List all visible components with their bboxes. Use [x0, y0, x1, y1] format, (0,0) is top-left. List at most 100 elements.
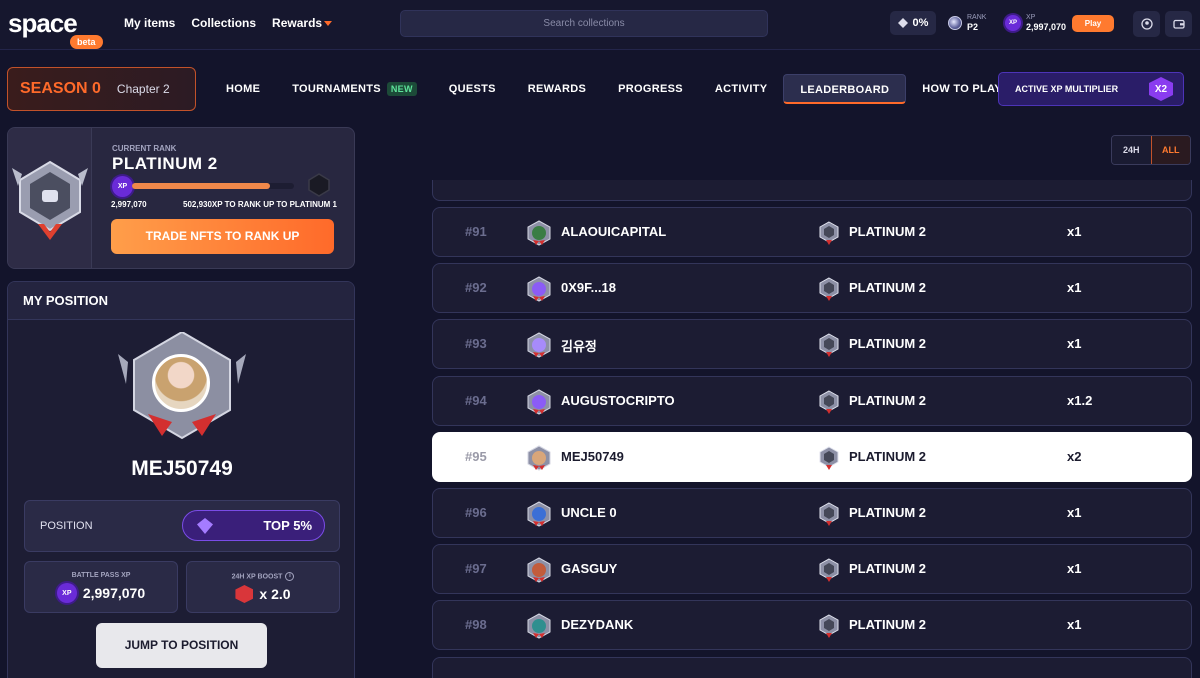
rank-mini[interactable]: RANK P2	[948, 13, 986, 33]
gem-icon	[197, 518, 213, 534]
leaderboard-row[interactable]: #98 DEZYDANK PLATINUM 2 x1	[432, 600, 1192, 651]
top-bar: space beta My items Collections Rewards …	[0, 0, 1200, 50]
my-position-title: MY POSITION	[8, 282, 354, 320]
tab-leaderboard[interactable]: LEADERBOARD	[783, 74, 907, 104]
row-multiplier: x1	[1067, 561, 1082, 577]
current-xp: 2,997,070	[111, 200, 147, 209]
row-multiplier: x2	[1067, 448, 1082, 464]
percent-pill[interactable]: 0%	[890, 11, 936, 35]
logo[interactable]: space beta	[8, 8, 108, 49]
player-avatar-icon	[527, 613, 551, 639]
player-avatar-icon	[527, 445, 551, 471]
leaderboard-row-partial	[432, 180, 1192, 201]
row-player-name: UNCLE 0	[561, 505, 617, 520]
xp-needed: 502,930XP TO RANK UP TO PLATINUM 1	[183, 200, 337, 209]
jump-to-position-button[interactable]: JUMP TO POSITION	[96, 623, 267, 668]
platinum-tier-icon	[819, 221, 839, 245]
position-pill: TOP 5%	[182, 510, 325, 541]
rank-label: RANK	[967, 14, 987, 21]
player-avatar-icon	[527, 389, 551, 415]
leaderboard-row[interactable]: #96 UNCLE 0 PLATINUM 2 x1	[432, 488, 1192, 538]
tab-progress[interactable]: PROGRESS	[602, 74, 699, 104]
row-tier: PLATINUM 2	[849, 561, 927, 577]
xp-mini[interactable]: XP XP 2,997,070	[1005, 13, 1066, 33]
play-button[interactable]: Play	[1072, 15, 1114, 32]
row-player-name: 김유정	[561, 339, 597, 355]
row-player-name: GASGUY	[561, 561, 618, 577]
player-avatar-icon	[527, 220, 551, 246]
platinum-tier-icon	[819, 614, 839, 639]
leaderboard-row[interactable]: #93 김유정 PLATINUM 2 x1	[432, 319, 1192, 370]
leaderboard-row[interactable]: #94 AUGUSTOCRIPTO PLATINUM 2 x1.2	[432, 375, 1192, 426]
tab-tournaments[interactable]: TOURNAMENTS NEW	[276, 74, 433, 104]
new-badge: NEW	[386, 82, 417, 96]
boost-value: x 2.0	[259, 586, 291, 602]
profile-button[interactable]	[1133, 11, 1160, 37]
row-multiplier: x1.2	[1067, 392, 1093, 408]
current-rank-label: CURRENT RANK	[112, 144, 177, 153]
row-player-name: DEZYDANK	[561, 617, 634, 633]
row-rank: #97	[465, 561, 487, 577]
nav-my-items[interactable]: My items	[124, 16, 175, 30]
avatar-badge	[118, 330, 246, 442]
rank-value: P2	[967, 22, 979, 32]
position-value: TOP 5%	[263, 518, 312, 533]
trade-nfts-button[interactable]: TRADE NFTS TO RANK UP	[111, 219, 334, 254]
diamond-icon	[897, 18, 908, 28]
player-avatar-icon	[527, 276, 551, 302]
tab-quests[interactable]: QUESTS	[433, 74, 512, 104]
boost-label-row: 24H XP BOOST i	[187, 572, 339, 581]
row-tier: PLATINUM 2	[849, 280, 927, 296]
chevron-down-icon	[324, 21, 333, 27]
leaderboard-row[interactable]: #95 MEJ50749 PLATINUM 2 x2	[432, 431, 1192, 482]
multiplier-label: ACTIVE XP MULTIPLIER	[1015, 84, 1119, 94]
search-input[interactable]: Search collections	[400, 10, 768, 37]
battle-pass-xp-box: BATTLE PASS XP XP 2,997,070	[24, 561, 178, 613]
leaderboard-row[interactable]: #92 0X9F...18 PLATINUM 2 x1	[432, 263, 1192, 314]
nav-collections[interactable]: Collections	[191, 16, 256, 30]
boost-icon	[235, 585, 254, 603]
platinum-tier-icon	[819, 333, 839, 358]
leaderboard-row[interactable]: #97 GASGUY PLATINUM 2 x1	[432, 544, 1192, 595]
platinum-tier-icon	[819, 446, 839, 470]
toggle-all[interactable]: ALL	[1150, 136, 1190, 164]
player-avatar-icon	[527, 332, 551, 358]
battle-pass-value-row: XP 2,997,070	[25, 583, 177, 603]
xp-icon: XP	[112, 176, 133, 197]
row-rank: #91	[465, 224, 487, 239]
platinum-tier-icon	[819, 277, 839, 302]
row-multiplier: x1	[1067, 336, 1082, 352]
nav-rewards[interactable]: Rewards	[272, 16, 333, 30]
platinum-rank-badge-icon	[12, 160, 88, 240]
leaderboard-row[interactable]: #91 ALAOUICAPITAL PLATINUM 2 x1	[432, 207, 1192, 257]
row-rank: #92	[465, 280, 487, 296]
xp-icon: XP	[1005, 15, 1021, 31]
main-nav: HOME TOURNAMENTS NEW QUESTS REWARDS PROGR…	[210, 74, 1018, 104]
row-multiplier: x1	[1067, 280, 1082, 296]
tab-home[interactable]: HOME	[210, 74, 276, 104]
tab-tournaments-label: TOURNAMENTS	[292, 83, 381, 95]
row-multiplier: x1	[1067, 617, 1082, 633]
player-avatar-icon	[527, 501, 551, 527]
leaderboard-list: #91 ALAOUICAPITAL PLATINUM 2 x1 #92 0X9F...18…	[432, 180, 1192, 678]
row-tier: PLATINUM 2	[849, 448, 927, 464]
time-range-toggle: 24H ALL	[1111, 135, 1191, 165]
tab-rewards[interactable]: REWARDS	[512, 74, 602, 104]
tab-activity[interactable]: ACTIVITY	[699, 74, 784, 104]
season-title: SEASON 0	[20, 80, 101, 97]
xp-multiplier-banner[interactable]: ACTIVE XP MULTIPLIER X2	[998, 72, 1184, 106]
info-icon[interactable]: i	[285, 572, 295, 581]
row-player-name: 0X9F...18	[561, 280, 616, 296]
row-multiplier: x1	[1067, 505, 1082, 520]
xp-boost-box: 24H XP BOOST i x 2.0	[186, 561, 340, 613]
next-rank-badge-icon	[308, 173, 330, 197]
wallet-button[interactable]	[1165, 11, 1192, 37]
row-rank: #94	[465, 392, 487, 408]
nav-rewards-label: Rewards	[272, 16, 323, 30]
row-rank: #95	[465, 448, 487, 464]
platinum-tier-icon	[819, 502, 839, 526]
season-box[interactable]: SEASON 0 Chapter 2	[7, 67, 196, 111]
row-rank: #93	[465, 336, 487, 352]
rank-progress-fill	[132, 183, 270, 189]
toggle-24h[interactable]: 24H	[1112, 136, 1151, 164]
